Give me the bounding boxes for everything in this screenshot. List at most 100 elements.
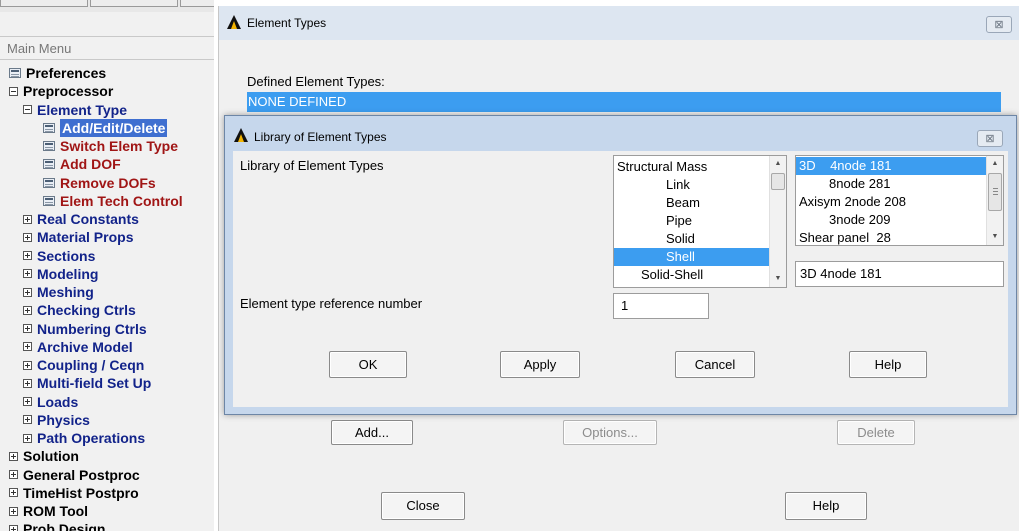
menu-item-sections[interactable]: Sections	[23, 247, 95, 265]
expand-icon[interactable]	[23, 214, 32, 224]
menu-item-label: Real Constants	[37, 211, 139, 227]
category-item[interactable]: Beam	[614, 194, 770, 212]
expand-icon[interactable]	[23, 378, 32, 388]
expand-icon[interactable]	[9, 506, 18, 516]
menu-item-add-edit-delete[interactable]: Add/Edit/Delete	[43, 118, 168, 137]
toolbar-segment[interactable]	[180, 0, 214, 7]
menu-item-rom-tool[interactable]: ROM Tool	[9, 502, 88, 520]
menu-item-remove-dofs[interactable]: Remove DOFs	[43, 174, 156, 192]
expand-icon[interactable]	[9, 524, 18, 531]
menu-item-solution[interactable]: Solution	[9, 447, 79, 465]
expand-icon[interactable]	[23, 287, 32, 297]
menu-item-path-operations[interactable]: Path Operations	[23, 429, 145, 447]
cancel-button[interactable]: Cancel	[675, 351, 755, 378]
command-icon[interactable]	[43, 177, 55, 188]
expand-icon[interactable]	[23, 251, 32, 260]
toolbar-segment[interactable]	[0, 0, 88, 7]
close-button[interactable]: Close	[381, 492, 465, 520]
expand-icon[interactable]	[23, 305, 32, 315]
command-icon[interactable]	[9, 68, 21, 78]
category-item[interactable]: Solid	[614, 230, 770, 248]
menu-item-element-type[interactable]: Element Type	[23, 101, 127, 119]
expand-icon[interactable]	[9, 470, 18, 479]
menu-item-coupling-ceqn[interactable]: Coupling / Ceqn	[23, 356, 144, 374]
element-item[interactable]: Shear panel 28	[796, 229, 987, 245]
element-item[interactable]: 3node 209	[796, 211, 987, 229]
menu-item-label: Switch Elem Type	[60, 138, 178, 154]
menu-item-label: Multi-field Set Up	[37, 375, 152, 392]
ref-number-input[interactable]: 1	[613, 293, 709, 319]
menu-item-modeling[interactable]: Modeling	[23, 265, 98, 283]
expand-icon[interactable]	[23, 397, 32, 406]
element-listbox[interactable]: 3D 4node 181 8node 281 Axisym 2node 208 3no…	[795, 155, 1004, 246]
menu-item-add-dof[interactable]: Add DOF	[43, 155, 121, 173]
scroll-down-arrow-icon[interactable]: ▼	[770, 271, 786, 287]
command-icon[interactable]	[43, 122, 55, 133]
menu-item-real-constants[interactable]: Real Constants	[23, 210, 139, 228]
element-item[interactable]: Axisym 2node 208	[796, 193, 987, 211]
expand-icon[interactable]	[9, 451, 18, 461]
menu-item-loads[interactable]: Loads	[23, 393, 78, 411]
menu-item-physics[interactable]: Physics	[23, 411, 90, 429]
expand-icon[interactable]	[23, 232, 32, 242]
command-icon[interactable]	[43, 195, 55, 206]
collapse-icon[interactable]	[23, 105, 32, 114]
element-scrollbar[interactable]: ▲ ▼	[986, 156, 1003, 245]
element-types-titlebar: Element Types ⊠	[219, 6, 1019, 40]
menu-item-numbering-ctrls[interactable]: Numbering Ctrls	[23, 320, 147, 338]
menu-item-meshing[interactable]: Meshing	[23, 283, 94, 301]
scroll-thumb[interactable]	[771, 173, 785, 190]
selected-element-field[interactable]: 3D 4node 181	[795, 261, 1004, 287]
menu-item-checking-ctrls[interactable]: Checking Ctrls	[23, 301, 136, 319]
apply-button[interactable]: Apply	[500, 351, 580, 378]
category-scrollbar[interactable]: ▲ ▼	[769, 156, 786, 287]
expand-icon[interactable]	[23, 415, 32, 425]
help-button[interactable]: Help	[849, 351, 927, 378]
menu-item-general-postproc[interactable]: General Postproc	[9, 466, 140, 484]
grip-icon	[993, 188, 998, 189]
help-button[interactable]: Help	[785, 492, 867, 520]
delete-button[interactable]: Delete	[837, 420, 915, 445]
menu-item-switch-elem-type[interactable]: Switch Elem Type	[43, 137, 178, 155]
command-icon[interactable]	[43, 141, 55, 151]
collapse-icon[interactable]	[9, 86, 18, 96]
command-icon[interactable]	[43, 159, 55, 170]
menu-item-preprocessor[interactable]: Preprocessor	[9, 82, 113, 100]
scroll-down-arrow-icon[interactable]: ▼	[987, 229, 1003, 245]
expand-icon[interactable]	[23, 433, 32, 443]
category-item[interactable]: Solid-Shell	[614, 266, 770, 284]
menu-item-preferences[interactable]: Preferences	[9, 64, 106, 82]
category-item[interactable]: Link	[614, 176, 770, 194]
add-button[interactable]: Add...	[331, 420, 413, 445]
category-item[interactable]: Shell	[614, 248, 770, 266]
options-button[interactable]: Options...	[563, 420, 657, 445]
menu-item-archive-model[interactable]: Archive Model	[23, 338, 133, 356]
menu-item-material-props[interactable]: Material Props	[23, 228, 133, 246]
toolbar-strip	[0, 0, 214, 12]
expand-icon[interactable]	[23, 324, 32, 333]
toolbar-segment[interactable]	[90, 0, 178, 7]
element-types-close-button[interactable]: ⊠	[986, 16, 1012, 33]
menu-item-elem-tech-control[interactable]: Elem Tech Control	[43, 192, 183, 210]
menu-item-prob-design[interactable]: Prob Design	[9, 520, 105, 531]
defined-element-types-list[interactable]: NONE DEFINED	[247, 92, 1001, 112]
library-label: Library of Element Types	[240, 158, 384, 173]
expand-icon[interactable]	[23, 269, 32, 279]
ref-number-label: Element type reference number	[240, 296, 423, 311]
library-close-button[interactable]: ⊠	[977, 130, 1003, 147]
scroll-up-arrow-icon[interactable]: ▲	[987, 156, 1003, 172]
expand-icon[interactable]	[23, 342, 32, 352]
ok-button[interactable]: OK	[329, 351, 407, 378]
menu-item-label: Element Type	[37, 101, 127, 118]
scroll-thumb[interactable]	[988, 173, 1002, 211]
category-item[interactable]: Structural Mass	[614, 158, 770, 176]
category-listbox[interactable]: Structural Mass Link Beam Pipe Solid Shell Sol…	[613, 155, 787, 288]
menu-item-timehist-postpro[interactable]: TimeHist Postpro	[9, 484, 139, 502]
element-item[interactable]: 8node 281	[796, 175, 987, 193]
expand-icon[interactable]	[23, 360, 32, 370]
menu-item-multi-field-set-up[interactable]: Multi-field Set Up	[23, 374, 151, 392]
element-item[interactable]: 3D 4node 181	[796, 157, 987, 175]
scroll-up-arrow-icon[interactable]: ▲	[770, 156, 786, 172]
expand-icon[interactable]	[9, 488, 18, 498]
category-item[interactable]: Pipe	[614, 212, 770, 230]
